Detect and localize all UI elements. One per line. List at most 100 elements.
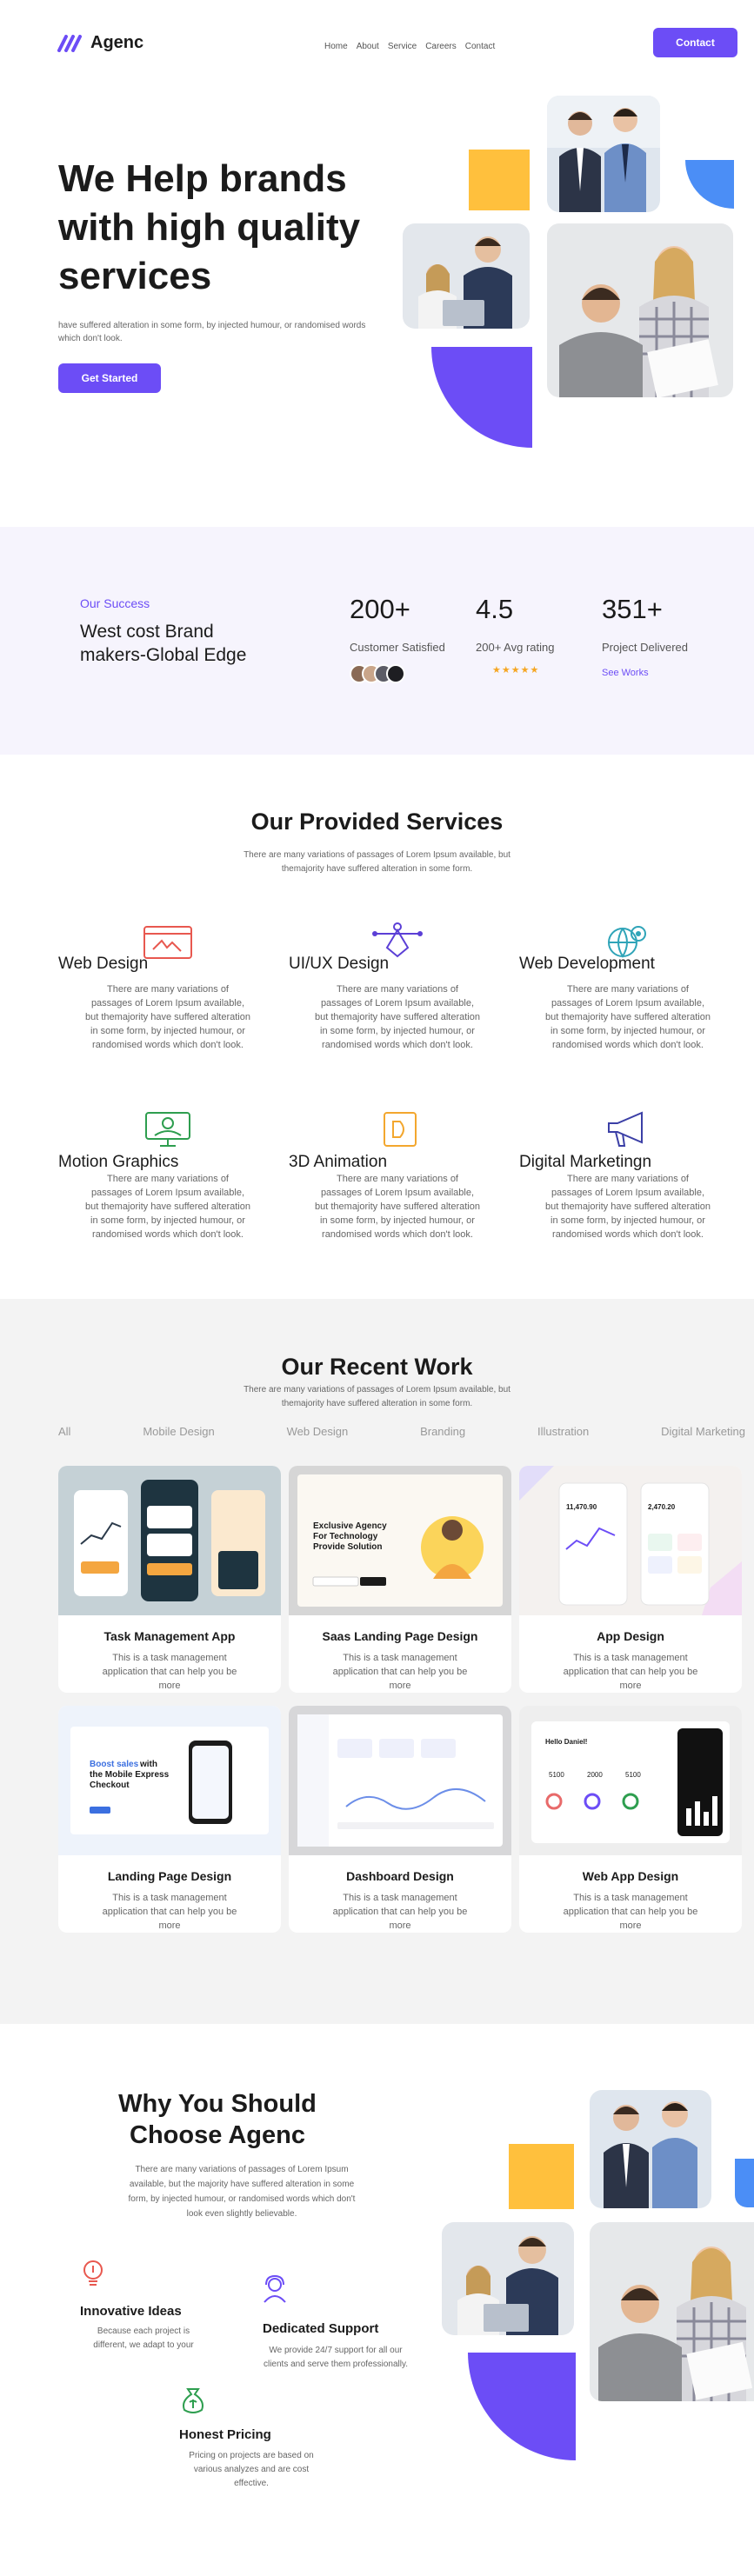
work-card-web-app[interactable]: Hello Daniel! 5100 2000 5100 Web App Des… bbox=[519, 1706, 742, 1933]
filter-all[interactable]: All bbox=[58, 1425, 70, 1438]
stat-rating-value: 4.5 bbox=[476, 594, 514, 624]
work-thumbnail bbox=[289, 1706, 511, 1855]
cube-3d-icon bbox=[384, 1112, 417, 1147]
nav-item-service[interactable]: Service bbox=[388, 42, 417, 51]
filter-web-design[interactable]: Web Design bbox=[287, 1425, 349, 1438]
stat-projects-value: 351+ bbox=[602, 594, 663, 624]
work-thumbnail: Exclusive Agency For Technology Provide … bbox=[289, 1466, 511, 1615]
service-desc-web-design: There are many variations of passages of… bbox=[85, 984, 250, 1050]
work-filter-tabs: All Mobile Design Web Design Branding Il… bbox=[58, 1425, 745, 1438]
nav-item-home[interactable]: Home bbox=[324, 42, 348, 51]
work-card-dashboard[interactable]: Dashboard Design This is a task manageme… bbox=[289, 1706, 511, 1933]
work-card-task-management[interactable]: Task Management App This is a task manag… bbox=[58, 1466, 281, 1693]
svg-text:5100: 5100 bbox=[549, 1771, 564, 1779]
work-thumbnail: 11,470.90 2,470.20 bbox=[519, 1466, 742, 1615]
services-title: Our Provided Services bbox=[250, 809, 504, 835]
work-card-title: Task Management App bbox=[103, 1629, 236, 1643]
feature-desc-honest-pricing: Pricing on projects are based on various… bbox=[189, 2451, 314, 2488]
work-card-desc: This is a task management application th… bbox=[102, 1893, 237, 1931]
work-card-title: Landing Page Design bbox=[107, 1869, 232, 1883]
recent-work-subtitle: There are many variations of passages of… bbox=[244, 1385, 510, 1408]
stat-customers-value: 200+ bbox=[350, 594, 410, 624]
recent-work-title: Our Recent Work bbox=[281, 1354, 473, 1380]
decor-yellow-square bbox=[469, 150, 530, 210]
work-card-desc: This is a task management application th… bbox=[332, 1893, 468, 1931]
filter-illustration[interactable]: Illustration bbox=[537, 1425, 589, 1438]
decor-purple-quarter bbox=[468, 2353, 576, 2460]
lightbulb-icon bbox=[83, 2260, 103, 2286]
success-title: West cost Brand makers-Global Edge bbox=[80, 622, 247, 665]
success-label: Our Success bbox=[80, 596, 150, 610]
money-bag-icon bbox=[183, 2388, 204, 2413]
why-photo-laptop bbox=[442, 2222, 574, 2335]
filter-branding[interactable]: Branding bbox=[420, 1425, 465, 1438]
work-card-title: Dashboard Design bbox=[346, 1869, 454, 1883]
service-title-web-development: Web Development bbox=[519, 955, 655, 973]
work-card-desc: This is a task management application th… bbox=[563, 1893, 698, 1931]
work-card-desc: This is a task management application th… bbox=[563, 1653, 698, 1691]
service-desc-digital-marketing: There are many variations of passages of… bbox=[545, 1174, 711, 1240]
hero-photo-team-top bbox=[547, 96, 660, 212]
why-photo-team-top bbox=[590, 2090, 711, 2208]
decor-blue-quarter bbox=[685, 160, 734, 209]
nav-item-careers[interactable]: Careers bbox=[425, 42, 457, 51]
svg-text:Boost sales: Boost sales bbox=[90, 1760, 139, 1769]
contact-button[interactable]: Contact bbox=[653, 28, 737, 57]
filter-digital-marketing[interactable]: Digital Marketing bbox=[661, 1425, 745, 1438]
hero-title: We Help brands with high quality service… bbox=[58, 157, 361, 297]
nav-item-about[interactable]: About bbox=[357, 42, 379, 51]
work-thumbnail: Boost sales with the Mobile Express Chec… bbox=[58, 1706, 281, 1855]
filter-mobile-design[interactable]: Mobile Design bbox=[143, 1425, 214, 1438]
feature-title-honest-pricing: Honest Pricing bbox=[179, 2427, 271, 2442]
browser-icon bbox=[143, 926, 192, 959]
services-subtitle: There are many variations of passages of… bbox=[244, 850, 510, 874]
stat-projects-label: Project Delivered bbox=[602, 641, 688, 654]
why-description: There are many variations of passages of… bbox=[128, 2165, 356, 2219]
svg-text:2000: 2000 bbox=[587, 1771, 603, 1779]
service-desc-web-development: There are many variations of passages of… bbox=[545, 984, 711, 1050]
service-title-digital-marketing: Digital Marketingn bbox=[519, 1153, 652, 1171]
svg-text:Provide Solution: Provide Solution bbox=[313, 1542, 382, 1552]
customer-avatars bbox=[350, 664, 405, 683]
nav-item-contact[interactable]: Contact bbox=[465, 42, 495, 51]
main-nav: Home About Service Careers Contact bbox=[324, 42, 495, 51]
megaphone-icon bbox=[608, 1111, 643, 1147]
service-desc-uiux-design: There are many variations of passages of… bbox=[315, 984, 480, 1050]
service-title-3d-animation: 3D Animation bbox=[289, 1153, 388, 1171]
work-card-landing-page[interactable]: Boost sales with the Mobile Express Chec… bbox=[58, 1706, 281, 1933]
star-icon: ★ bbox=[501, 665, 511, 676]
decor-blue-bar bbox=[735, 2159, 754, 2207]
rating-stars: ★★★★★ bbox=[492, 664, 539, 676]
service-title-web-design: Web Design bbox=[58, 955, 149, 973]
svg-text:Exclusive Agency: Exclusive Agency bbox=[313, 1521, 387, 1531]
work-card-title: Saas Landing Page Design bbox=[322, 1629, 478, 1643]
hero-photo-woman-man bbox=[547, 223, 733, 397]
monitor-icon bbox=[145, 1112, 190, 1147]
star-icon: ★ bbox=[520, 665, 530, 676]
svg-text:5100: 5100 bbox=[625, 1771, 641, 1779]
brand-name[interactable]: Agenc bbox=[90, 33, 143, 53]
see-works-link[interactable]: See Works bbox=[602, 668, 649, 678]
work-card-desc: This is a task management application th… bbox=[102, 1653, 237, 1691]
star-icon: ★ bbox=[492, 665, 502, 676]
work-card-title: Web App Design bbox=[582, 1869, 679, 1883]
get-started-button[interactable]: Get Started bbox=[58, 363, 161, 393]
feature-desc-dedicated-support: We provide 24/7 support for all our clie… bbox=[263, 2346, 408, 2369]
service-desc-motion-graphics: There are many variations of passages of… bbox=[85, 1174, 250, 1240]
work-card-desc: This is a task management application th… bbox=[332, 1653, 468, 1691]
service-title-uiux-design: UI/UX Design bbox=[289, 955, 390, 973]
svg-text:Hello Daniel!: Hello Daniel! bbox=[545, 1738, 587, 1746]
svg-text:Checkout: Checkout bbox=[90, 1781, 130, 1790]
feature-desc-innovative-ideas: Because each project is different, we ad… bbox=[93, 2326, 194, 2350]
support-agent-icon bbox=[264, 2274, 286, 2303]
why-title: Why You Should Choose Agenc bbox=[118, 2090, 317, 2149]
service-desc-3d-animation: There are many variations of passages of… bbox=[315, 1174, 480, 1240]
work-card-app-design[interactable]: 11,470.90 2,470.20 App Design This is a … bbox=[519, 1466, 742, 1693]
work-card-saas-landing[interactable]: Exclusive Agency For Technology Provide … bbox=[289, 1466, 511, 1693]
star-icon: ★ bbox=[530, 665, 540, 676]
decor-purple-quarter bbox=[431, 347, 532, 448]
hero-description: have suffered alteration in some form, b… bbox=[58, 321, 366, 343]
feature-title-dedicated-support: Dedicated Support bbox=[263, 2321, 379, 2336]
decor-yellow-square bbox=[509, 2144, 574, 2209]
hero-photo-laptop bbox=[403, 223, 530, 329]
